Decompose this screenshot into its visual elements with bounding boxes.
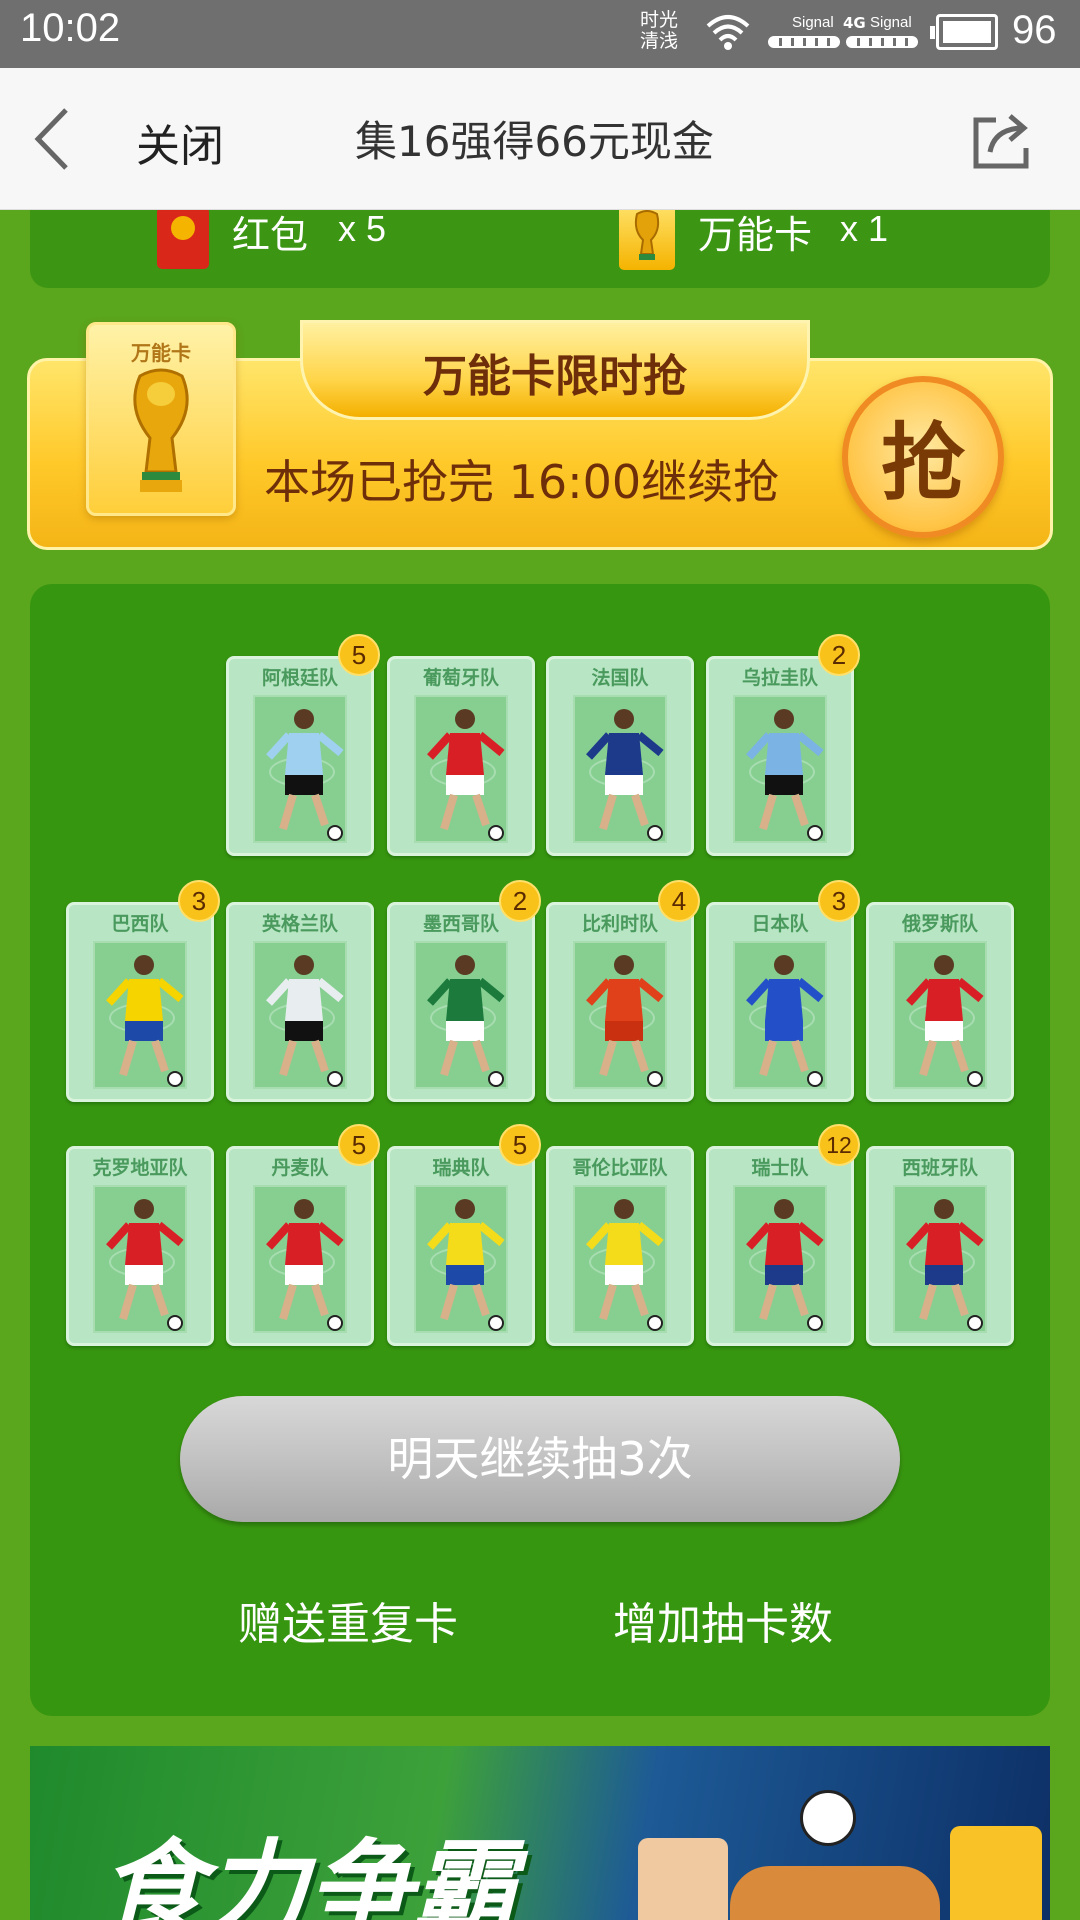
card-count-badge: 2 [499,880,541,922]
team-card[interactable]: 巴西队 [66,902,214,1102]
team-card[interactable]: 比利时队 [546,902,694,1102]
player-illustration [106,955,184,1087]
player-illustration [427,955,505,1087]
signal-label-1: Signal [792,14,834,31]
player-illustration [266,1199,344,1331]
player-illustration [586,709,664,841]
player-illustration [906,1199,984,1331]
red-packet-count: x 5 [338,208,387,249]
signal-bars-2-icon [846,36,918,48]
card-count-badge: 12 [818,1124,860,1166]
player-illustration [266,709,344,841]
team-name: 俄罗斯队 [901,913,978,935]
battery-icon [930,14,998,50]
player-illustration [586,955,664,1087]
team-name: 西班牙队 [901,1157,978,1179]
team-card[interactable]: 俄罗斯队 [866,902,1014,1102]
carrier-line-2: 清浅 [640,30,679,52]
team-card[interactable]: 墨西哥队 [387,902,535,1102]
team-card[interactable]: 克罗地亚队 [66,1146,214,1346]
close-button[interactable]: 关闭 [136,110,224,174]
signal-label-2: Signal [870,14,912,31]
draw-button[interactable]: 明天继续抽3次 [180,1396,900,1522]
team-card[interactable]: 瑞士队 [706,1146,854,1346]
team-card[interactable]: 丹麦队 [226,1146,374,1346]
team-card[interactable]: 哥伦比亚队 [546,1146,694,1346]
red-packet-label: 红包 [232,213,309,257]
soccer-ball-icon [800,1790,856,1846]
fries-image [730,1866,940,1920]
team-card[interactable]: 西班牙队 [866,1146,1014,1346]
promo-title: 万能卡限时抢 [423,351,687,402]
player-illustration [427,709,505,841]
player-illustration [427,1199,505,1331]
share-icon[interactable] [970,112,1034,170]
add-draws-link[interactable]: 增加抽卡数 [613,1588,833,1652]
team-name: 克罗地亚队 [92,1157,188,1179]
page-title: 集16强得66元现金 [355,117,714,166]
team-card[interactable]: 葡萄牙队 [387,656,535,856]
ad-title: 食力争霸 [100,1828,517,1920]
team-card[interactable]: 乌拉圭队 [706,656,854,856]
team-card[interactable]: 英格兰队 [226,902,374,1102]
player-illustration [746,955,824,1087]
nav-bar: 关闭 集16强得66元现金 [0,68,1080,210]
red-packet-icon [157,207,209,269]
status-carrier: 时光 清浅 [640,10,678,52]
promo-subtitle: 本场已抢完 16:00继续抢 [264,455,780,509]
team-card[interactable]: 法国队 [546,656,694,856]
signal-bars-1-icon [768,36,840,48]
card-count-badge: 5 [338,1124,380,1166]
wild-card-count: x 1 [840,208,889,249]
wifi-icon [706,15,750,50]
wild-card-image-label: 万能卡 [131,341,191,365]
team-name: 葡萄牙队 [422,667,499,689]
team-card[interactable]: 瑞典队 [387,1146,535,1346]
back-arrow-icon[interactable] [30,104,80,174]
player-illustration [106,1199,184,1331]
network-type: 4G [843,14,866,32]
grab-button-label[interactable]: 抢 [842,396,1004,517]
card-count-badge: 5 [338,634,380,676]
team-card[interactable]: 日本队 [706,902,854,1102]
juice-image [950,1826,1042,1920]
player-illustration [746,709,824,841]
card-count-badge: 4 [658,880,700,922]
carrier-line-1: 时光 [640,9,679,31]
milk-tea-image [638,1838,728,1920]
trophy-icon [133,368,189,492]
card-count-badge: 2 [818,634,860,676]
card-count-badge: 5 [499,1124,541,1166]
team-name: 法国队 [591,667,649,689]
ad-banner[interactable]: 食力争霸 [30,1746,1050,1920]
gift-duplicate-cards-link[interactable]: 赠送重复卡 [238,1588,458,1652]
team-name: 哥伦比亚队 [572,1157,668,1179]
card-count-badge: 3 [818,880,860,922]
status-time: 10:02 [20,6,121,50]
wild-card-label: 万能卡 [698,213,813,257]
status-bar: 10:02 时光 清浅 Signal 4G Signal 96 [0,0,1080,68]
player-illustration [586,1199,664,1331]
player-illustration [266,955,344,1087]
team-card[interactable]: 阿根廷队 [226,656,374,856]
team-name: 英格兰队 [261,913,338,935]
wild-card-thumb-icon [619,204,675,270]
player-illustration [746,1199,824,1331]
battery-percent: 96 [1012,8,1057,52]
card-count-badge: 3 [178,880,220,922]
player-illustration [906,955,984,1087]
